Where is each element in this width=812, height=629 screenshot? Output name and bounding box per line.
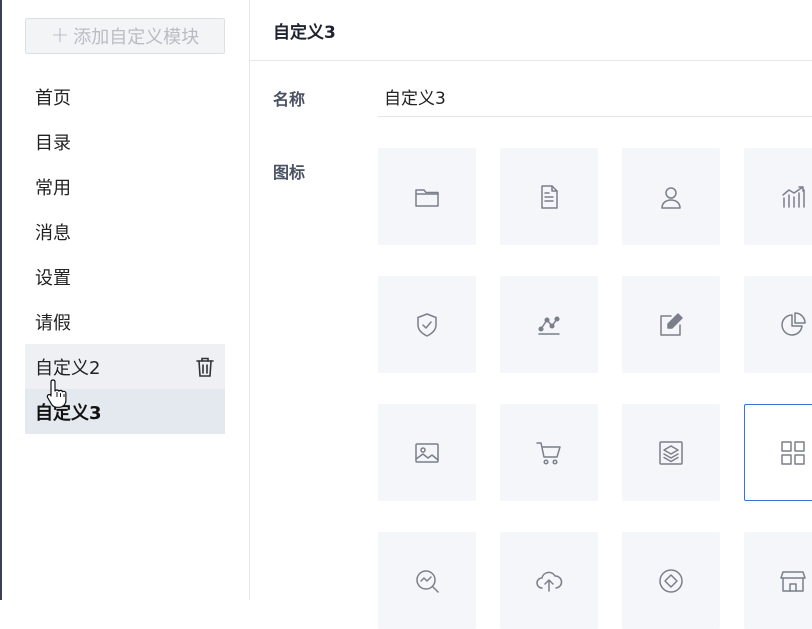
page-title: 自定义3 [273, 22, 336, 43]
name-input[interactable]: 自定义3 [378, 84, 812, 117]
icon-option-shield[interactable] [378, 276, 476, 373]
sidebar-item-catalog[interactable]: 目录 [25, 119, 225, 164]
compass-icon [659, 568, 683, 593]
icon-option-folder[interactable] [378, 148, 476, 245]
sidebar-item-label: 常用 [35, 177, 71, 199]
page-header: 自定义3 [250, 0, 812, 61]
bar-chart-icon [782, 185, 805, 208]
cloud-upload-icon [536, 571, 563, 592]
name-label: 名称 [273, 90, 306, 109]
icon-option-edit[interactable] [622, 276, 720, 373]
icon-option-compass[interactable] [622, 532, 720, 629]
icon-option-bar-chart[interactable] [744, 148, 812, 245]
icon-option-search-chart[interactable] [378, 532, 476, 629]
icon-option-cloud-upload[interactable] [500, 532, 598, 629]
trash-icon[interactable] [195, 356, 215, 378]
layers-icon [659, 440, 683, 465]
shield-check-icon [417, 312, 437, 337]
add-custom-module-label: 添加自定义模块 [73, 27, 200, 48]
sidebar-item-leave[interactable]: 请假 [25, 299, 225, 344]
user-icon [661, 186, 681, 209]
sidebar-item-label: 请假 [35, 312, 71, 334]
plus-icon: + [50, 23, 70, 48]
sidebar-item-label: 首页 [35, 87, 71, 109]
icon-label: 图标 [273, 163, 306, 182]
sidebar-item-messages[interactable]: 消息 [25, 209, 225, 254]
icon-option-line-chart[interactable] [500, 276, 598, 373]
icon-option-cart[interactable] [500, 404, 598, 501]
icon-option-document[interactable] [500, 148, 598, 245]
icon-option-layers[interactable] [622, 404, 720, 501]
pie-chart-icon [781, 311, 806, 336]
hand-cursor-icon [46, 379, 67, 408]
sidebar-item-label: 目录 [35, 132, 71, 154]
line-chart-icon [538, 315, 560, 335]
sidebar: + 添加自定义模块 首页 目录 常用 消息 设置 请假 自定义2 自定义3 [2, 0, 250, 600]
edit-icon [660, 312, 683, 336]
sidebar-item-common[interactable]: 常用 [25, 164, 225, 209]
icon-option-grid-selected[interactable] [744, 404, 812, 501]
store-icon [780, 570, 806, 592]
cart-icon [536, 441, 561, 465]
sidebar-item-settings[interactable]: 设置 [25, 254, 225, 299]
image-icon [415, 442, 439, 463]
sidebar-item-home[interactable]: 首页 [25, 74, 225, 119]
sidebar-item-label: 设置 [35, 267, 71, 289]
sidebar-item-label: 消息 [35, 222, 71, 244]
add-custom-module-button[interactable]: + 添加自定义模块 [25, 18, 225, 54]
icon-option-store[interactable] [744, 532, 812, 629]
document-icon [541, 184, 558, 209]
icon-option-pie-chart[interactable] [744, 276, 812, 373]
icon-option-user[interactable] [622, 148, 720, 245]
search-chart-icon [416, 569, 439, 593]
grid-icon [781, 440, 805, 465]
icon-option-image[interactable] [378, 404, 476, 501]
folder-icon [415, 188, 439, 207]
sidebar-item-label: 自定义2 [35, 357, 101, 379]
